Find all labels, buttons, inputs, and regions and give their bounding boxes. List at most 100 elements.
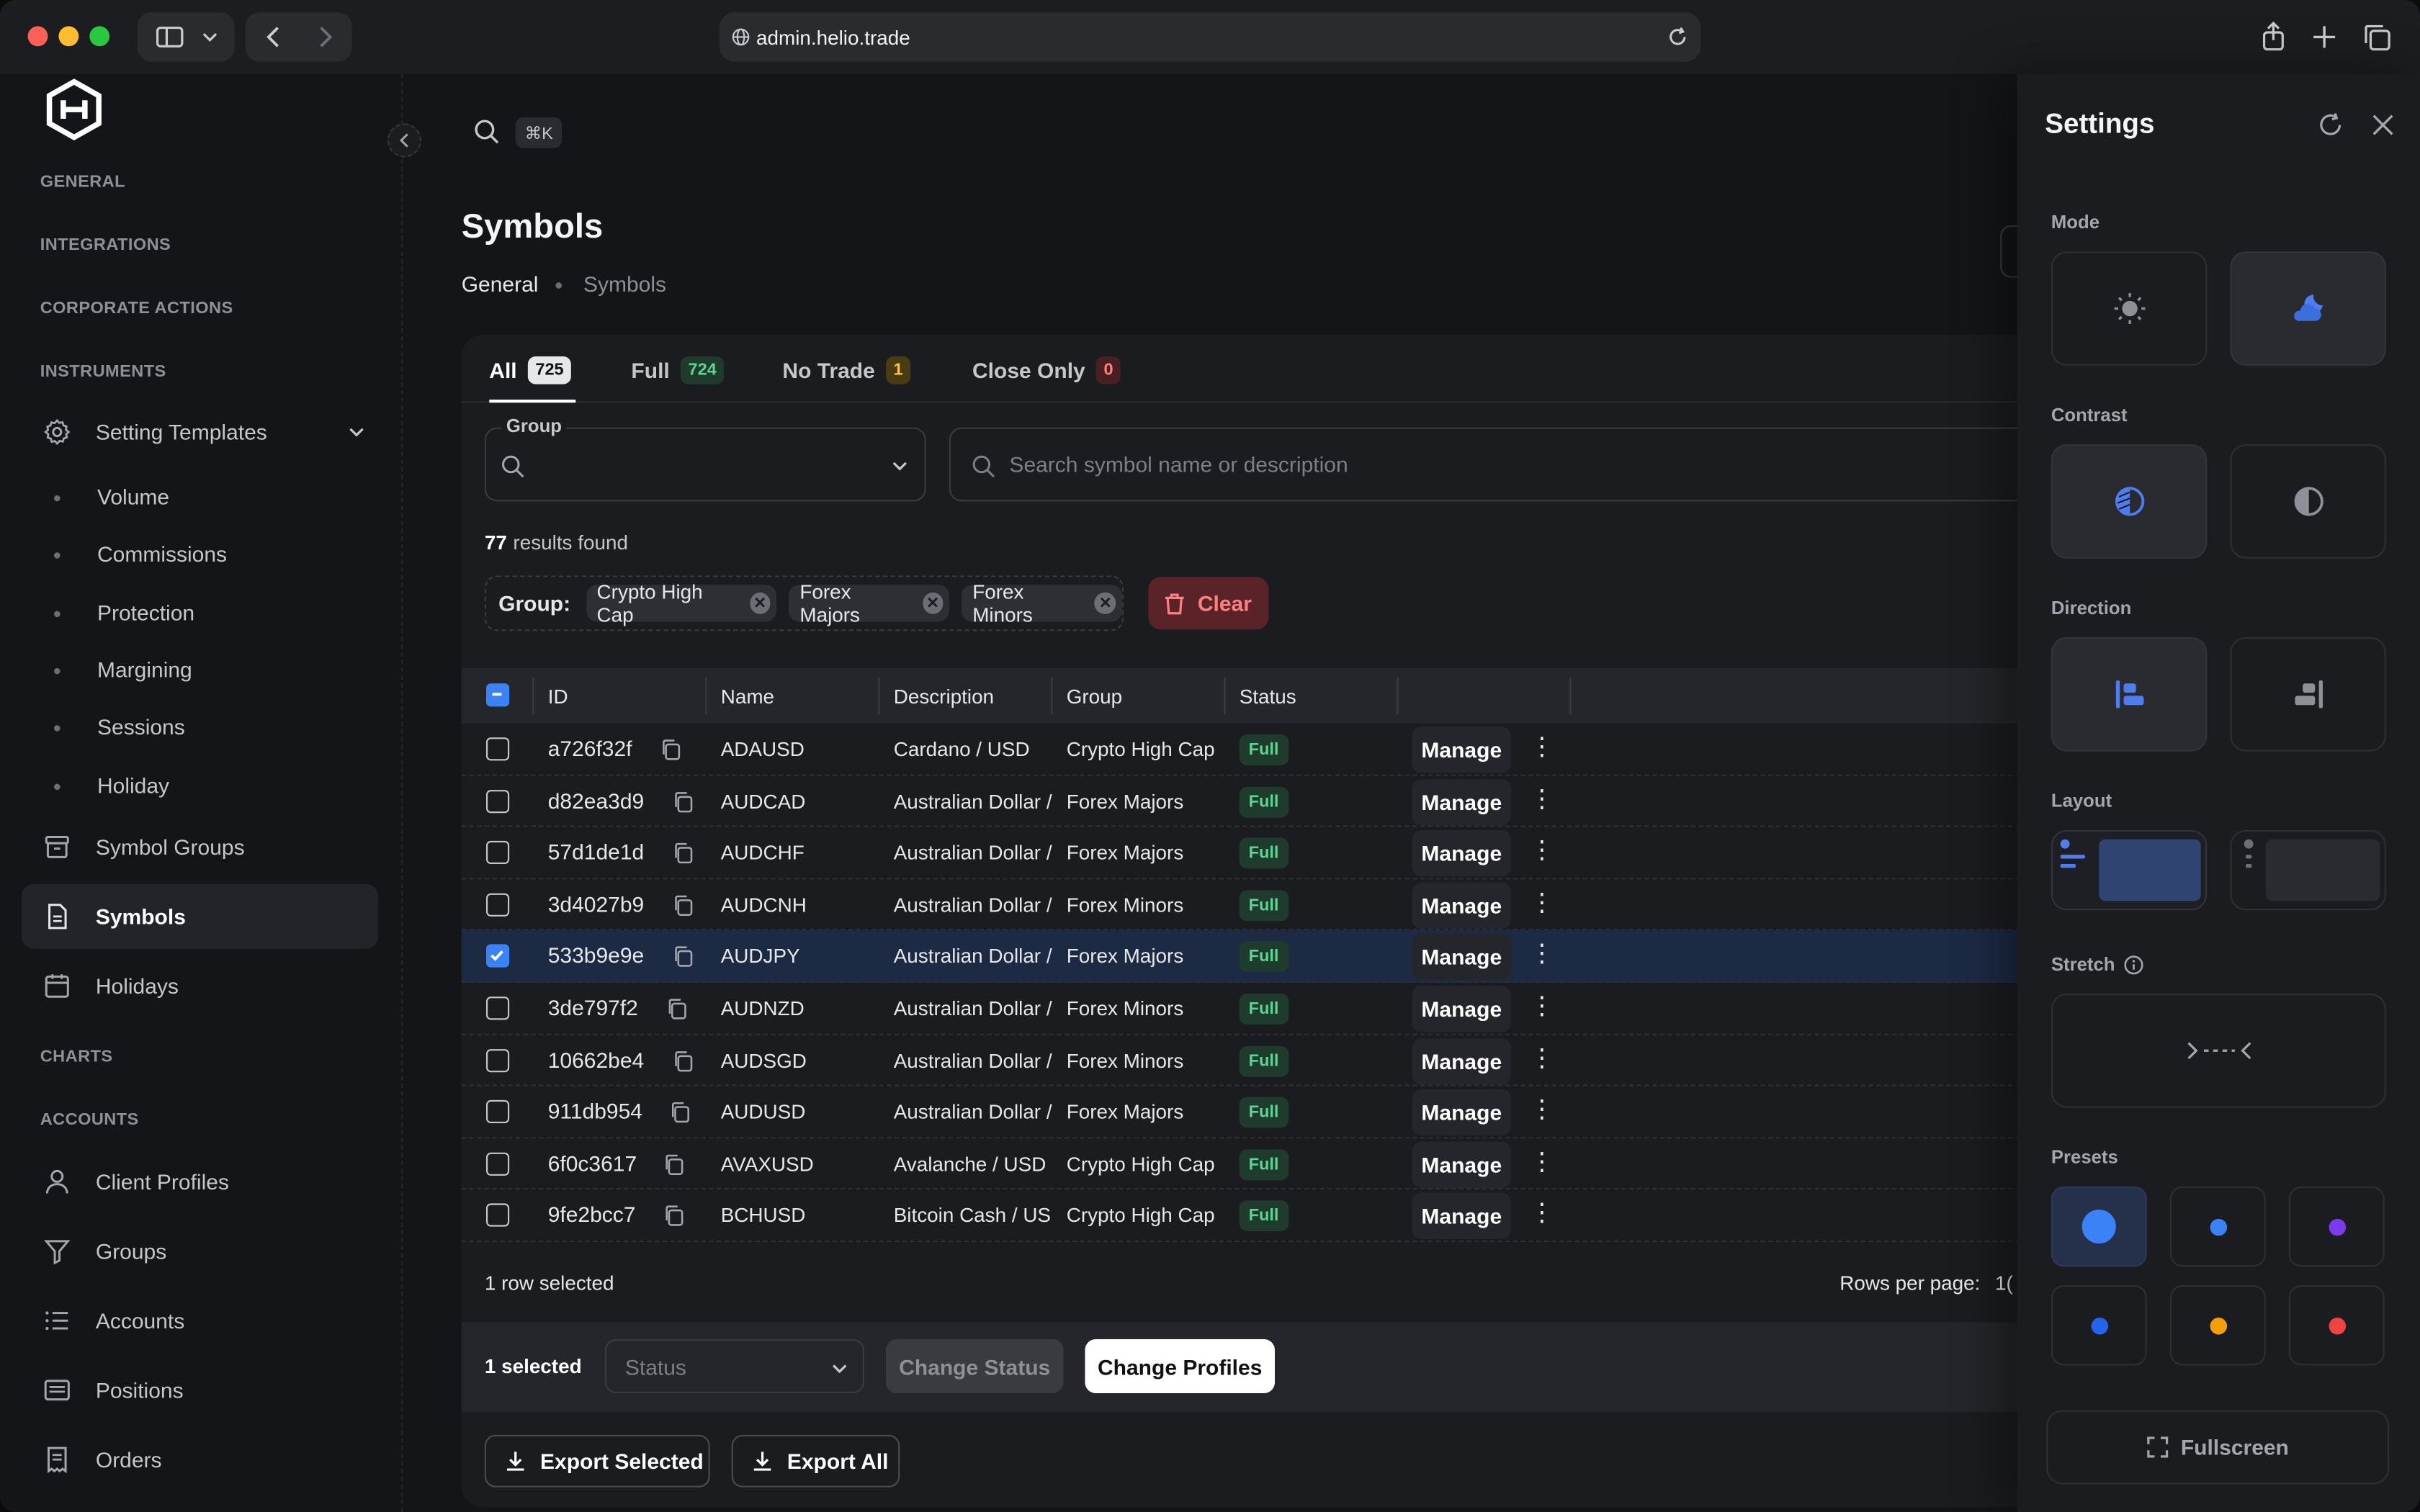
preset-swatch[interactable] (2288, 1285, 2385, 1366)
column-name[interactable]: Name (721, 685, 774, 708)
table-row[interactable]: 57d1de1d AUDCHF Australian Dollar / Forex M… (461, 827, 2036, 879)
more-options-icon[interactable]: ⋮ (1530, 1202, 1554, 1227)
sidebar-item-client-profiles[interactable]: Client Profiles (22, 1149, 378, 1214)
tab-overview-icon[interactable] (2363, 23, 2391, 51)
stretch-toggle[interactable] (2051, 994, 2386, 1108)
tab-close-only[interactable]: Close Only 0 (972, 356, 1121, 384)
row-checkbox[interactable] (486, 841, 510, 865)
clear-filters-button[interactable]: Clear (1148, 577, 1269, 630)
copy-icon[interactable] (663, 1205, 684, 1227)
manage-button[interactable]: Manage (1412, 934, 1511, 981)
select-all-checkbox[interactable] (486, 683, 510, 707)
section-accounts[interactable]: ACCOUNTS (40, 1111, 139, 1130)
direction-ltr-option[interactable] (2051, 637, 2208, 752)
tab-full[interactable]: Full 724 (631, 356, 725, 384)
mode-light-option[interactable] (2051, 251, 2208, 366)
new-tab-icon[interactable] (2311, 23, 2339, 51)
sidebar-item-holidays[interactable]: Holidays (22, 953, 378, 1018)
more-options-icon[interactable]: ⋮ (1530, 891, 1554, 916)
preset-swatch[interactable] (2288, 1186, 2385, 1267)
table-row[interactable]: 3d4027b9 AUDCNH Australian Dollar / Forex M… (461, 879, 2036, 931)
column-id[interactable]: ID (548, 685, 568, 708)
manage-button[interactable]: Manage (1412, 1089, 1511, 1136)
table-row[interactable]: 3de797f2 AUDNZD Australian Dollar / Forex M… (461, 983, 2036, 1035)
sidebar-subitem-commissions[interactable]: Commissions (53, 541, 227, 566)
more-options-icon[interactable]: ⋮ (1530, 1098, 1554, 1123)
manage-button[interactable]: Manage (1412, 1038, 1511, 1084)
table-row[interactable]: 10662be4 AUDSGD Australian Dollar / Forex M… (461, 1035, 2036, 1086)
copy-icon[interactable] (663, 1153, 684, 1175)
remove-chip-icon[interactable]: ✕ (922, 592, 944, 614)
layout-mini-option[interactable] (2230, 829, 2386, 911)
table-row[interactable]: d82ea3d9 AUDCAD Australian Dollar / Forex M… (461, 775, 2036, 827)
reset-icon[interactable] (2316, 111, 2344, 139)
header-action-button-edge[interactable] (2000, 225, 2019, 278)
copy-icon[interactable] (673, 894, 693, 916)
table-row[interactable]: 533b9e9e AUDJPY Australian Dollar / Forex M… (461, 930, 2036, 983)
row-checkbox[interactable] (486, 737, 510, 761)
manage-button[interactable]: Manage (1412, 830, 1511, 877)
more-options-icon[interactable]: ⋮ (1530, 839, 1554, 864)
more-options-icon[interactable]: ⋮ (1530, 1150, 1554, 1175)
export-all-button[interactable]: Export All (731, 1434, 900, 1488)
copy-icon[interactable] (667, 998, 687, 1020)
sidebar-item-symbol-groups[interactable]: Symbol Groups (22, 814, 378, 879)
sidebar-subitem-holiday[interactable]: Holiday (54, 773, 169, 798)
copy-icon[interactable] (673, 946, 693, 968)
preset-swatch[interactable] (2051, 1285, 2147, 1366)
table-row[interactable]: 9fe2bcc7 BCHUSD Bitcoin Cash / US Crypto Hi… (461, 1190, 2036, 1242)
table-row[interactable]: 911db954 AUDUSD Australian Dollar / Forex M… (461, 1086, 2036, 1138)
remove-chip-icon[interactable]: ✕ (1095, 592, 1116, 614)
forward-icon[interactable] (317, 26, 332, 48)
row-checkbox[interactable] (486, 945, 510, 968)
sidebar-item-positions[interactable]: Positions (22, 1358, 378, 1423)
sidebar-item-symbols[interactable]: Symbols (22, 883, 378, 949)
more-options-icon[interactable]: ⋮ (1530, 787, 1554, 812)
table-row[interactable]: a726f32f ADAUSD Cardano / USD Crypto High C… (461, 724, 2036, 775)
change-status-button[interactable]: Change Status (886, 1339, 1064, 1393)
info-icon[interactable] (2124, 954, 2144, 974)
copy-icon[interactable] (673, 842, 693, 864)
change-profiles-button[interactable]: Change Profiles (1085, 1339, 1275, 1393)
preset-swatch[interactable] (2169, 1285, 2266, 1366)
section-instruments[interactable]: INSTRUMENTS (40, 363, 166, 382)
group-select[interactable]: Group (484, 415, 926, 502)
column-description[interactable]: Description (894, 685, 994, 708)
export-selected-button[interactable]: Export Selected (484, 1434, 710, 1488)
more-options-icon[interactable]: ⋮ (1530, 942, 1554, 968)
sidebar-item-setting-templates[interactable]: Setting Templates (22, 400, 378, 464)
status-select[interactable]: Status (605, 1339, 864, 1393)
back-icon[interactable] (265, 26, 280, 48)
sidebar-item-accounts[interactable]: Accounts (22, 1288, 378, 1353)
search-shortcut[interactable]: ⌘K (515, 117, 563, 148)
reload-icon[interactable] (1667, 26, 1688, 48)
row-checkbox[interactable] (486, 996, 510, 1020)
row-checkbox[interactable] (486, 1048, 510, 1072)
copy-icon[interactable] (673, 1050, 693, 1071)
section-general[interactable]: GENERAL (40, 173, 125, 192)
manage-button[interactable]: Manage (1412, 1193, 1511, 1240)
tab-all[interactable]: All 725 (489, 356, 572, 384)
mode-dark-option[interactable] (2230, 251, 2386, 366)
tab-no-trade[interactable]: No Trade 1 (782, 356, 911, 384)
sidebar-subitem-volume[interactable]: Volume (54, 485, 169, 509)
manage-button[interactable]: Manage (1412, 986, 1511, 1032)
copy-icon[interactable] (660, 739, 681, 760)
column-group[interactable]: Group (1067, 685, 1122, 708)
minimize-window-button[interactable] (58, 26, 79, 47)
sidebar-item-orders[interactable]: Orders (22, 1427, 378, 1492)
row-checkbox[interactable] (486, 893, 510, 917)
address-bar[interactable]: admin.helio.trade (719, 12, 1701, 62)
search-icon[interactable] (474, 119, 500, 145)
layout-vertical-option[interactable] (2051, 829, 2208, 911)
sidebar-item-groups[interactable]: Groups (22, 1219, 378, 1284)
manage-button[interactable]: Manage (1412, 726, 1511, 773)
close-window-button[interactable] (27, 26, 48, 47)
sidebar-subitem-margining[interactable]: Margining (53, 657, 192, 682)
remove-chip-icon[interactable]: ✕ (749, 592, 771, 614)
row-checkbox[interactable] (486, 789, 510, 813)
rows-per-page-select[interactable]: 1( (1995, 1272, 2013, 1295)
preset-swatch[interactable] (2169, 1186, 2266, 1267)
maximize-window-button[interactable] (89, 26, 110, 47)
close-icon[interactable] (2369, 111, 2397, 139)
